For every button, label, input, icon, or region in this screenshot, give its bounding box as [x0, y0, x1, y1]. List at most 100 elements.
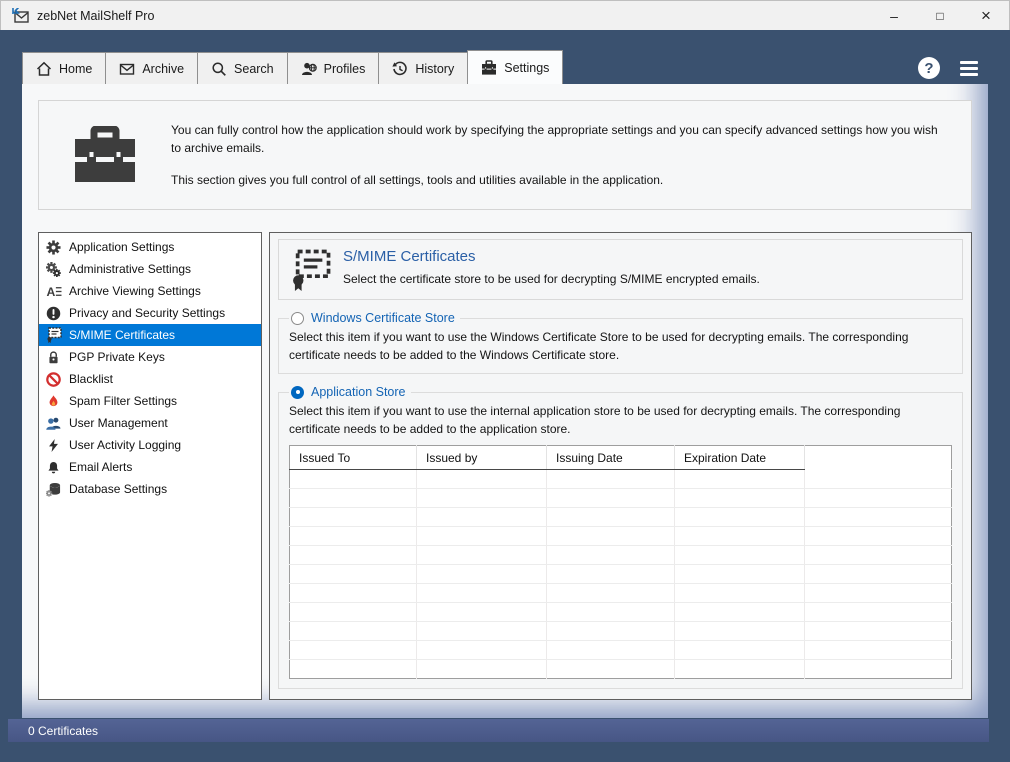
- table-row[interactable]: [290, 584, 952, 603]
- table-cell: [805, 527, 952, 546]
- profiles-icon: [301, 61, 317, 77]
- table-cell: [417, 641, 547, 660]
- alert-circle-icon: [45, 305, 62, 321]
- panel-title: S/MIME Certificates: [343, 248, 760, 265]
- column-header-issuing-date[interactable]: Issuing Date: [547, 446, 675, 470]
- table-row[interactable]: [290, 603, 952, 622]
- radio-label: Windows Certificate Store: [311, 311, 455, 325]
- app-logo-icon: [12, 8, 29, 24]
- toolbox-large-icon: [73, 126, 137, 184]
- application-store-option[interactable]: Application Store: [289, 385, 411, 399]
- sidebar-item-label: PGP Private Keys: [69, 350, 165, 364]
- table-cell: [675, 660, 805, 679]
- table-cell: [805, 584, 952, 603]
- column-header-issued-to[interactable]: Issued To: [290, 446, 417, 470]
- window-title: zebNet MailShelf Pro: [37, 9, 154, 23]
- sidebar-item-pgp-private-keys[interactable]: PGP Private Keys: [39, 346, 261, 368]
- sidebar-item-label: Administrative Settings: [69, 262, 191, 276]
- sidebar-item-user-activity-logging[interactable]: User Activity Logging: [39, 434, 261, 456]
- tab-home[interactable]: Home: [22, 52, 106, 84]
- tab-profiles[interactable]: Profiles: [287, 52, 380, 84]
- radio-application-store[interactable]: [291, 386, 304, 399]
- table-cell: [290, 603, 417, 622]
- sidebar-item-user-management[interactable]: User Management: [39, 412, 261, 434]
- tab-search[interactable]: Search: [197, 52, 288, 84]
- table-row[interactable]: [290, 489, 952, 508]
- table-cell: [547, 470, 675, 489]
- table-cell: [290, 622, 417, 641]
- table-row[interactable]: [290, 546, 952, 565]
- table-cell: [417, 489, 547, 508]
- table-cell: [675, 565, 805, 584]
- table-cell: [417, 622, 547, 641]
- table-cell: [417, 565, 547, 584]
- certificates-table-body: [290, 470, 952, 679]
- flame-icon: [45, 393, 62, 409]
- sidebar-item-privacy-security-settings[interactable]: Privacy and Security Settings: [39, 302, 261, 324]
- table-row[interactable]: [290, 470, 952, 489]
- sidebar-item-email-alerts[interactable]: Email Alerts: [39, 456, 261, 478]
- table-row[interactable]: [290, 508, 952, 527]
- table-cell: [417, 584, 547, 603]
- table-cell: [675, 641, 805, 660]
- maximize-button[interactable]: □: [917, 1, 963, 30]
- minimize-button[interactable]: –: [871, 1, 917, 30]
- table-cell: [805, 641, 952, 660]
- help-icon[interactable]: ?: [918, 57, 940, 79]
- document-text-icon: A: [45, 283, 62, 299]
- table-cell: [417, 527, 547, 546]
- sidebar-item-label: Archive Viewing Settings: [69, 284, 201, 298]
- sidebar-item-smime-certificates[interactable]: S/MIME Certificates: [39, 324, 261, 346]
- lightning-icon: [45, 437, 62, 453]
- table-cell: [547, 641, 675, 660]
- column-header-expiration-date[interactable]: Expiration Date: [675, 446, 805, 470]
- history-icon: [392, 61, 408, 77]
- sidebar-item-blacklist[interactable]: Blacklist: [39, 368, 261, 390]
- table-cell: [290, 527, 417, 546]
- tab-settings[interactable]: Settings: [467, 50, 563, 84]
- radio-windows-certificate-store[interactable]: [291, 312, 304, 325]
- hamburger-menu-icon[interactable]: [960, 61, 978, 76]
- sidebar-item-database-settings[interactable]: Database Settings: [39, 478, 261, 500]
- table-cell: [675, 527, 805, 546]
- search-icon: [211, 61, 227, 77]
- table-row[interactable]: [290, 622, 952, 641]
- sidebar-item-application-settings[interactable]: Application Settings: [39, 236, 261, 258]
- table-cell: [805, 470, 952, 489]
- windows-certificate-store-group: Windows Certificate Store Select this it…: [278, 311, 963, 374]
- table-row[interactable]: [290, 527, 952, 546]
- tab-history[interactable]: History: [378, 52, 468, 84]
- intro-paragraph-2: This section gives you full control of a…: [171, 171, 945, 189]
- table-row[interactable]: [290, 660, 952, 679]
- smime-settings-panel: S/MIME Certificates Select the certifica…: [269, 232, 972, 700]
- table-cell: [675, 622, 805, 641]
- sidebar-item-spam-filter-settings[interactable]: Spam Filter Settings: [39, 390, 261, 412]
- column-header-issued-by[interactable]: Issued by: [417, 446, 547, 470]
- table-cell: [805, 565, 952, 584]
- table-cell: [417, 660, 547, 679]
- panel-header: S/MIME Certificates Select the certifica…: [278, 239, 963, 300]
- sidebar-item-administrative-settings[interactable]: Administrative Settings: [39, 258, 261, 280]
- windows-certificate-store-option[interactable]: Windows Certificate Store: [289, 311, 460, 325]
- certificates-table[interactable]: Issued To Issued by Issuing Date Expirat…: [289, 445, 952, 679]
- tab-archive[interactable]: Archive: [105, 52, 198, 84]
- app-window: zebNet MailShelf Pro – □ × Home Ar: [0, 0, 1010, 762]
- sidebar-item-label: User Management: [69, 416, 168, 430]
- intro-paragraph-1: You can fully control how the applicatio…: [171, 121, 945, 157]
- tab-label: Profiles: [324, 62, 366, 76]
- svg-text:A: A: [46, 285, 55, 299]
- table-cell: [417, 603, 547, 622]
- sidebar-item-label: Privacy and Security Settings: [69, 306, 225, 320]
- certificate-count: 0 Certificates: [28, 724, 98, 738]
- table-cell: [675, 584, 805, 603]
- table-cell: [290, 565, 417, 584]
- sidebar-item-archive-viewing-settings[interactable]: A Archive Viewing Settings: [39, 280, 261, 302]
- table-cell: [547, 565, 675, 584]
- close-button[interactable]: ×: [963, 1, 1009, 30]
- certificate-large-icon: [289, 249, 331, 291]
- toolbox-icon: [481, 60, 497, 76]
- table-cell: [675, 470, 805, 489]
- table-row[interactable]: [290, 641, 952, 660]
- table-row[interactable]: [290, 565, 952, 584]
- table-cell: [805, 508, 952, 527]
